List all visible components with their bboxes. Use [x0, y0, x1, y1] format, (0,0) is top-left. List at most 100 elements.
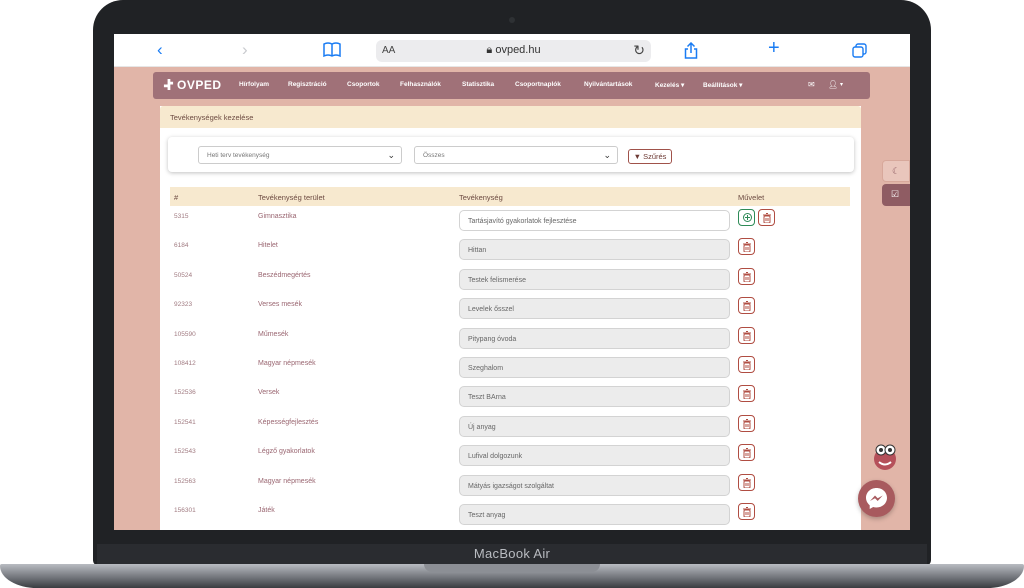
activity-field: Pitypang óvoda — [459, 327, 730, 349]
table-row: 6184 Hitelet Hittan — [170, 236, 850, 265]
user-caret-icon[interactable]: ▾ — [840, 81, 843, 88]
activity-type-select[interactable]: Heti terv tevékenység ⌄ — [198, 146, 402, 164]
delete-button[interactable] — [738, 297, 755, 315]
browser-toolbar: ‹ › AA 🔒︎ ovped.hu ↻ + — [114, 34, 910, 67]
logo[interactable]: OVPED — [163, 78, 222, 92]
nav-statisztika[interactable]: Statisztika — [462, 81, 494, 88]
chevron-down-icon: ⌄ — [387, 150, 395, 160]
activity-field: Lufival dolgozunk — [459, 445, 730, 467]
nav-kezeles[interactable]: Kezelés ▾ — [655, 81, 684, 89]
table-row: 152543 Légző gyakorlatok Lufival dolgozunk — [170, 442, 850, 471]
delete-button[interactable] — [738, 414, 755, 432]
save-button[interactable] — [738, 209, 755, 226]
filter-button[interactable]: ▼ Szűrés — [628, 149, 672, 164]
delete-button[interactable] — [738, 356, 755, 373]
table-row: 156301 Játék Teszt anyag — [170, 501, 850, 530]
mascot-icon[interactable] — [868, 439, 904, 475]
row-area: Légző gyakorlatok — [258, 448, 315, 456]
logo-icon — [163, 79, 174, 90]
filter-button-label: Szűrés — [643, 152, 667, 161]
row-area: Versek — [258, 389, 280, 397]
row-id: 105590 — [174, 330, 196, 338]
activity-field: Szeghalom — [459, 357, 730, 378]
row-id: 5315 — [174, 213, 189, 220]
table-row: 108412 Magyar népmesék Szeghalom — [170, 354, 850, 383]
messenger-button[interactable] — [858, 480, 895, 517]
url-text: ovped.hu — [495, 44, 541, 56]
nav-beallitasok[interactable]: Beállítások ▾ — [703, 81, 742, 89]
table-row: 105590 Műmesék Pitypang óvoda — [170, 325, 850, 354]
row-id: 92323 — [174, 301, 193, 309]
activity-text: Szeghalom — [468, 365, 504, 372]
activity-field: Mátyás igazságot szolgáltat — [459, 474, 730, 496]
row-id: 108412 — [174, 360, 196, 367]
area-value: Összes — [423, 152, 445, 159]
page-title: Tevékenységek kezelése — [170, 113, 254, 122]
bookmarks-icon[interactable] — [323, 42, 341, 60]
row-area: Gimnasztika — [258, 213, 297, 220]
activities-card: Tevékenységek kezelése Heti terv tevéken… — [160, 106, 861, 530]
activity-type-value: Heti terv tevékenység — [207, 152, 270, 159]
table-row: 5315 Gimnasztika Tartásjavító gyakorlatok … — [170, 207, 850, 236]
logo-text: OVPED — [177, 78, 222, 92]
lock-icon: 🔒︎ — [486, 44, 493, 56]
activity-field: Testek felismerése — [459, 268, 730, 290]
row-id: 156301 — [174, 507, 196, 514]
address-bar[interactable]: AA 🔒︎ ovped.hu ↻ — [376, 40, 651, 62]
row-area: Verses mesék — [258, 301, 302, 309]
nav-nyilvantartasok[interactable]: Nyilvántartások — [584, 81, 632, 88]
reload-icon[interactable]: ↻ — [633, 42, 645, 59]
header-action: Művelet — [738, 193, 765, 202]
nav-felhasznalok[interactable]: Felhasználók — [400, 81, 441, 88]
delete-button[interactable] — [738, 326, 755, 344]
row-id: 152543 — [174, 448, 196, 456]
user-icon[interactable]: 👤︎ — [828, 80, 838, 89]
moon-icon: ☾ — [892, 166, 901, 176]
delete-button[interactable] — [738, 473, 755, 491]
header-area: Tevékenység terület — [258, 193, 325, 202]
table-row: 50524 Beszédmegértés Testek felismerése — [170, 266, 850, 295]
filter-bar: Heti terv tevékenység ⌄ Összes ⌄ ▼ Szűré… — [168, 137, 854, 172]
activity-text: Levelek ősszel — [468, 306, 514, 314]
activity-text: Lufival dolgozunk — [468, 453, 523, 461]
table-row: 92323 Verses mesék Levelek ősszel — [170, 295, 850, 324]
row-area: Hitelet — [258, 242, 278, 250]
tabs-icon[interactable] — [852, 43, 867, 61]
share-icon[interactable] — [684, 41, 698, 62]
forward-icon[interactable]: › — [242, 41, 248, 58]
activity-text: Hittan — [468, 247, 487, 255]
nav-regisztracio[interactable]: Regisztráció — [288, 81, 327, 88]
activity-text: Mátyás igazságot szolgáltat — [468, 482, 554, 490]
row-area: Magyar népmesék — [258, 360, 316, 367]
activity-text: Teszt anyag — [468, 512, 506, 519]
mail-icon[interactable]: ✉ — [808, 80, 815, 89]
nav-hirfolyam[interactable]: Hírfolyam — [239, 81, 269, 88]
table-row: 152536 Versek Teszt BArna — [170, 383, 850, 412]
row-id: 50524 — [174, 271, 193, 279]
delete-button[interactable] — [738, 503, 755, 520]
nav-csoportok[interactable]: Csoportok — [347, 81, 380, 88]
side-tab-checklist[interactable]: ☑ — [882, 184, 910, 206]
device-mockup: ‹ › AA 🔒︎ ovped.hu ↻ + OVPED Hírfolyam R… — [0, 0, 1024, 588]
delete-button[interactable] — [758, 209, 775, 226]
area-select[interactable]: Összes ⌄ — [414, 146, 618, 164]
activity-field: Új anyag — [459, 415, 730, 437]
laptop-notch — [424, 564, 600, 572]
row-area: Beszédmegértés — [258, 271, 311, 279]
header-id: # — [174, 193, 179, 202]
side-tab-theme[interactable]: ☾ — [882, 160, 910, 182]
funnel-icon: ▼ — [633, 152, 641, 161]
delete-button[interactable] — [738, 238, 755, 256]
delete-button[interactable] — [738, 385, 755, 403]
table-row: 152563 Magyar népmesék Mátyás igazságot sz… — [170, 472, 850, 501]
table-header: # Tevékenység terület Tevékenység Művele… — [170, 187, 850, 206]
back-icon[interactable]: ‹ — [157, 41, 163, 58]
activity-field[interactable]: Tartásjavító gyakorlatok fejlesztése — [459, 210, 730, 231]
nav-csoportnaplok[interactable]: Csoportnaplók — [515, 81, 561, 88]
activity-text: Teszt BArna — [468, 394, 506, 402]
delete-button[interactable] — [738, 267, 755, 285]
new-tab-icon[interactable]: + — [768, 38, 780, 58]
activity-text: Tartásjavító gyakorlatok fejlesztése — [468, 218, 577, 225]
delete-button[interactable] — [738, 444, 755, 462]
card-header: Tevékenységek kezelése — [160, 106, 861, 128]
